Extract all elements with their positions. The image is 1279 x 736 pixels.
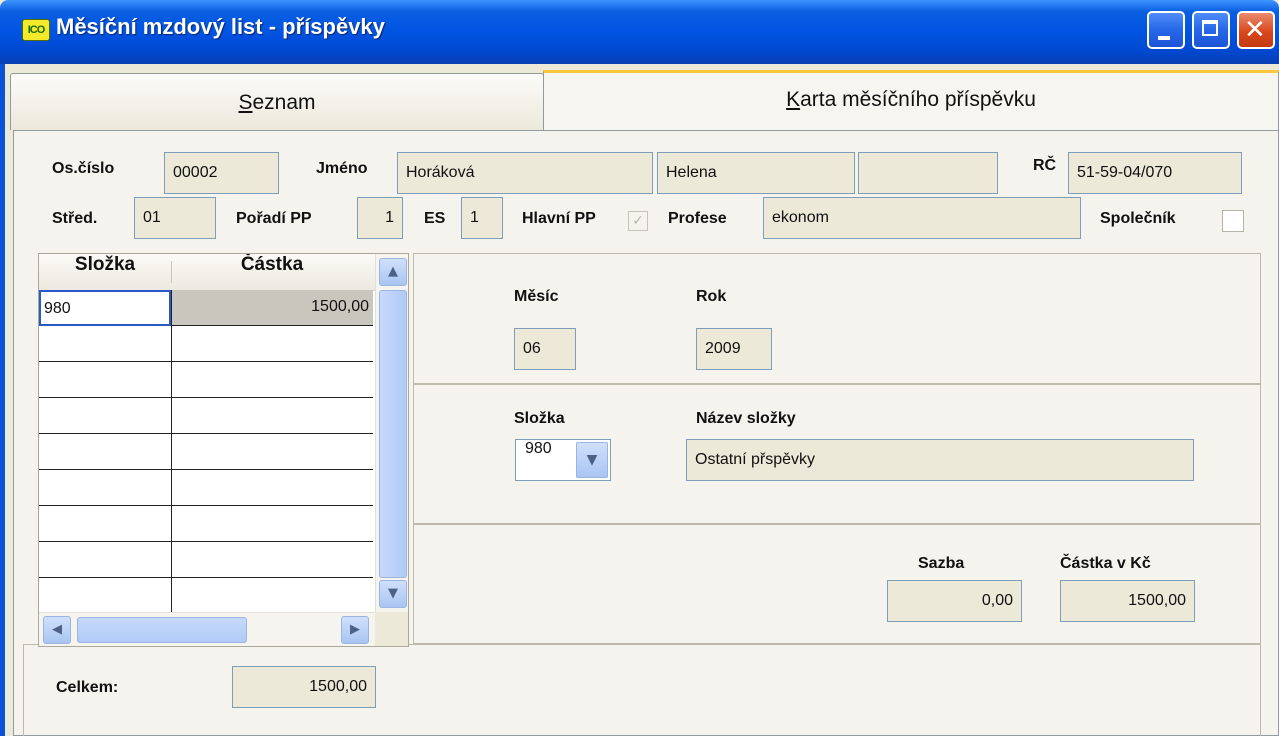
nazev-slozky-field[interactable]: Ostatní přspěvky	[686, 439, 1194, 481]
titul-field[interactable]	[858, 152, 998, 194]
rok-label: Rok	[696, 288, 727, 305]
row-divider	[39, 433, 373, 434]
os-cislo-label: Os.číslo	[52, 160, 115, 177]
hlavni-pp-checkbox[interactable]: ✓	[628, 211, 648, 231]
scroll-right-icon[interactable]: ▶	[341, 616, 369, 644]
poradi-pp-field[interactable]: 1	[357, 197, 403, 239]
sazba-field[interactable]: 0,00	[887, 580, 1022, 622]
vertical-scroll-thumb[interactable]	[379, 290, 407, 578]
maximize-icon	[1202, 20, 1218, 36]
grid-cell-slozka[interactable]: 980	[39, 290, 171, 326]
slozka-select[interactable]: 980 ▼	[515, 439, 611, 481]
grid-header: Složka Částka	[39, 254, 379, 291]
prijmeni-field[interactable]: Horáková	[397, 152, 653, 194]
close-icon: ✕	[1244, 15, 1266, 45]
scroll-down-icon[interactable]: ▼	[379, 580, 407, 608]
scroll-corner	[375, 612, 408, 646]
minimize-icon	[1158, 36, 1170, 40]
rok-field[interactable]: 2009	[696, 328, 772, 370]
mesic-field[interactable]: 06	[514, 328, 576, 370]
rc-label: RČ	[1033, 157, 1057, 174]
title-bar[interactable]: ICO Měsíční mzdový list - příspěvky ✕	[0, 0, 1279, 64]
os-cislo-field[interactable]: 00002	[164, 152, 279, 194]
mesic-label: Měsíc	[514, 288, 559, 305]
stred-field[interactable]: 01	[134, 197, 216, 239]
tab-karta-label: Karta měsíčního příspěvku	[786, 88, 1036, 111]
celkem-label: Celkem:	[56, 679, 119, 696]
row-divider	[39, 469, 373, 470]
window: ICO Měsíční mzdový list - příspěvky ✕ Se…	[0, 0, 1279, 736]
row-divider	[39, 577, 373, 578]
es-label: ES	[424, 210, 446, 227]
castka-v-kc-label: Částka v Kč	[1060, 555, 1151, 572]
app-icon[interactable]: ICO	[22, 19, 50, 41]
column-header-slozka[interactable]: Složka	[39, 254, 171, 290]
scroll-left-icon[interactable]: ◀	[43, 616, 71, 644]
stred-label: Střed.	[52, 210, 98, 227]
cell-slozka-value: 980	[44, 300, 71, 317]
celkem-field[interactable]: 1500,00	[232, 666, 376, 708]
total-section	[23, 644, 1261, 736]
minimize-button[interactable]	[1147, 11, 1185, 49]
column-header-castka[interactable]: Částka	[172, 254, 372, 290]
row-divider	[39, 397, 373, 398]
nazev-slozky-label: Název složky	[696, 410, 796, 427]
vertical-scrollbar[interactable]: ▲ ▼	[375, 254, 408, 612]
row-divider	[39, 505, 373, 506]
window-title: Měsíční mzdový list - příspěvky	[56, 14, 385, 39]
slozka-label: Složka	[514, 410, 565, 427]
hlavni-pp-label: Hlavní PP	[522, 210, 596, 227]
profese-field[interactable]: ekonom	[763, 197, 1081, 239]
horizontal-scroll-thumb[interactable]	[77, 617, 247, 643]
spolecnik-label: Společník	[1100, 210, 1176, 227]
sazba-label: Sazba	[918, 555, 965, 572]
slozka-select-value: 980	[525, 440, 552, 457]
profese-label: Profese	[668, 210, 727, 227]
jmeno-field[interactable]: Helena	[657, 152, 855, 194]
jmeno-label: Jméno	[316, 160, 368, 177]
grid-cell-castka[interactable]: 1500,00	[172, 290, 373, 325]
rc-field[interactable]: 51-59-04/070	[1068, 152, 1242, 194]
horizontal-scrollbar[interactable]: ◀ ▶	[39, 612, 375, 646]
chevron-down-icon[interactable]: ▼	[576, 442, 608, 478]
window-frame	[0, 64, 5, 736]
row-divider	[39, 541, 373, 542]
items-grid[interactable]: Složka Částka 980 1500,00 ▲ ▼ ◀ ▶	[38, 253, 409, 647]
scroll-up-icon[interactable]: ▲	[379, 258, 407, 286]
poradi-pp-label: Pořadí PP	[236, 210, 312, 227]
tab-seznam[interactable]: Seznam	[10, 73, 544, 130]
tab-karta-mesicniho-prispevku[interactable]: Karta měsíčního příspěvku	[543, 70, 1279, 132]
castka-v-kc-field[interactable]: 1500,00	[1060, 580, 1195, 622]
cell-castka-value: 1500,00	[311, 298, 369, 315]
spolecnik-checkbox[interactable]	[1222, 210, 1244, 232]
close-button[interactable]: ✕	[1237, 11, 1275, 49]
column-divider	[171, 290, 172, 612]
checkmark-icon: ✓	[632, 213, 644, 229]
maximize-button[interactable]	[1192, 11, 1230, 49]
es-field[interactable]: 1	[461, 197, 503, 239]
tab-seznam-label: Seznam	[238, 91, 316, 114]
row-divider	[39, 361, 373, 362]
